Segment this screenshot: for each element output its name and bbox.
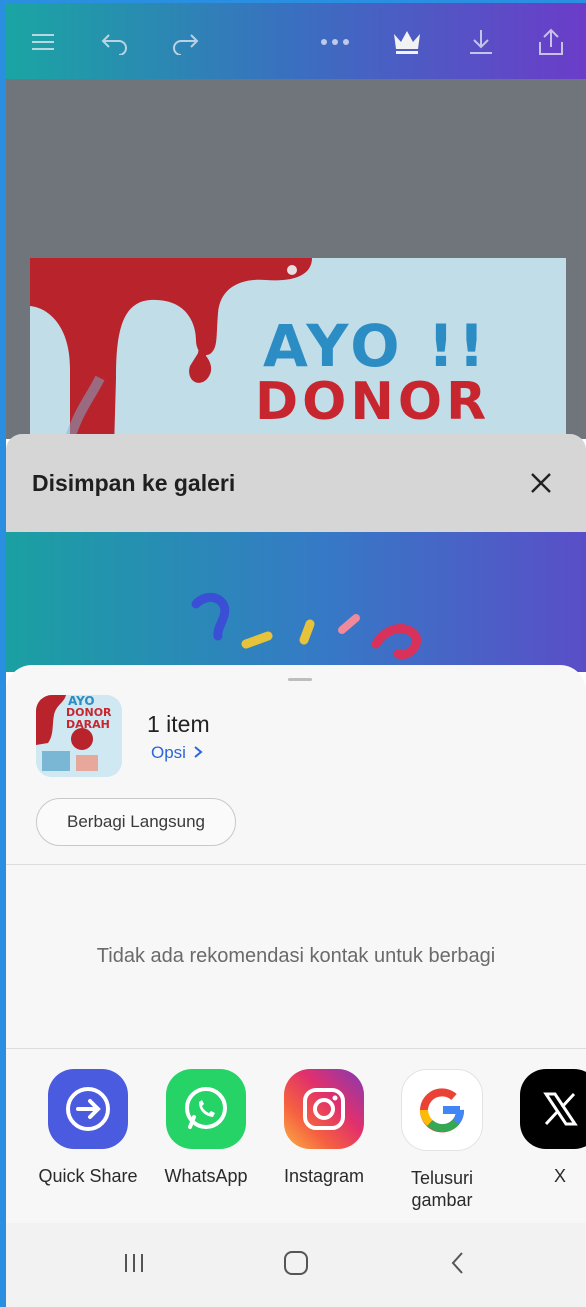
divider: [6, 1048, 586, 1049]
undo-icon[interactable]: [98, 25, 132, 59]
divider: [6, 864, 586, 865]
app-label: Instagram: [283, 1166, 365, 1186]
back-icon[interactable]: [436, 1243, 480, 1283]
share-icon[interactable]: [534, 25, 568, 59]
share-app-whatsapp[interactable]: WhatsApp: [156, 1069, 256, 1187]
whatsapp-icon: [166, 1069, 246, 1149]
app-label: Quick Share: [38, 1166, 138, 1186]
share-app-google-lens[interactable]: Telusuri gambar: [392, 1069, 492, 1211]
download-icon[interactable]: [464, 25, 498, 59]
share-app-instagram[interactable]: Instagram: [274, 1069, 374, 1187]
app-label: Telusuri gambar: [410, 1168, 474, 1210]
options-link[interactable]: Opsi: [151, 743, 203, 763]
celebration-banner: [6, 532, 586, 672]
window-border-top: [0, 0, 586, 3]
options-label: Opsi: [151, 743, 186, 762]
shared-item-thumbnail: AYO DONOR DARAH: [36, 695, 122, 777]
menu-icon[interactable]: [26, 25, 60, 59]
screen: AYO !! DONOR Disimpan ke galeri AYO DONO…: [0, 0, 586, 1307]
confetti-graphic: [191, 593, 422, 660]
thumbnail-text-3: DARAH: [66, 718, 110, 731]
crown-icon[interactable]: [390, 25, 424, 59]
share-app-quick-share[interactable]: Quick Share: [38, 1069, 138, 1187]
poster-headline-1: AYO !!: [263, 312, 489, 380]
instagram-icon: [284, 1069, 364, 1149]
recent-apps-icon[interactable]: [112, 1243, 156, 1283]
more-icon[interactable]: [318, 25, 352, 59]
no-recommendation-message: Tidak ada rekomendasi kontak untuk berba…: [96, 945, 496, 967]
app-label: X: [553, 1166, 566, 1186]
share-app-x[interactable]: X: [510, 1069, 586, 1187]
share-app-list: Quick Share WhatsApp Instagram Telusuri …: [6, 1063, 586, 1228]
redo-icon[interactable]: [168, 25, 202, 59]
editor-toolbar: [6, 3, 586, 79]
x-icon: [520, 1069, 586, 1149]
system-navigation-bar: [6, 1223, 586, 1307]
direct-share-button[interactable]: Berbagi Langsung: [36, 798, 236, 846]
saved-title: Disimpan ke galeri: [32, 470, 236, 496]
share-sheet: AYO DONOR DARAH 1 item Opsi Berbagi Lang…: [6, 665, 586, 1307]
window-border: [0, 0, 6, 1307]
quick-share-icon: [48, 1069, 128, 1149]
close-icon[interactable]: [526, 468, 556, 498]
item-count: 1 item: [147, 711, 210, 737]
chevron-right-icon: [194, 746, 203, 758]
poster-headline-2: DONOR: [255, 372, 491, 432]
google-icon: [401, 1069, 483, 1151]
saved-to-gallery-panel: Disimpan ke galeri: [6, 434, 586, 532]
sheet-drag-handle[interactable]: [288, 678, 312, 681]
app-label: WhatsApp: [164, 1166, 248, 1186]
home-icon[interactable]: [274, 1243, 318, 1283]
